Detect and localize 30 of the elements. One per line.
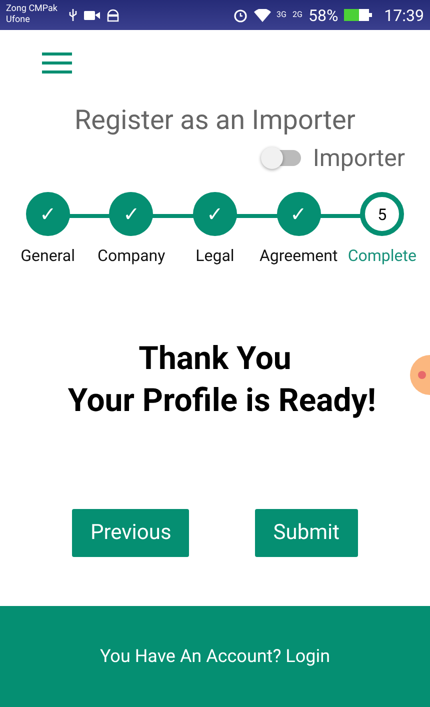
step-circle: ✓ [26,192,70,236]
previous-button[interactable]: Previous [72,509,190,557]
network-label: 3G [276,10,286,18]
message-text: Thank You [138,338,292,379]
menu-icon[interactable] [42,52,72,74]
step-label: Complete [348,246,416,265]
step-label: Legal [196,246,234,265]
wifi-icon [254,8,271,22]
usb-icon [68,8,78,22]
carrier-name: Zong CMPak [6,4,58,15]
page-title: Register as an Importer [74,104,356,136]
step-label: General [20,246,75,265]
step-circle: ✓ [109,192,154,236]
message-text: Your Profile is Ready! [68,380,376,421]
battery-icon [344,9,372,21]
step-circle: ✓ [276,192,321,236]
network-label: 2G [292,10,302,18]
step-label: Company [98,246,166,265]
carrier-name: Ufone [6,15,31,26]
clock-time: 17:39 [384,6,424,24]
step-label: Agreement [259,246,338,265]
toggle-label: Importer [312,144,405,172]
battery-percent: 58% [308,6,338,24]
submit-button[interactable]: Submit [255,509,358,557]
toggle-switch[interactable] [262,150,301,166]
alarm-clock-icon [232,8,248,22]
step-circle: ✓ [192,192,237,236]
step-circle: 5 [360,192,404,236]
video-camera-icon [84,10,100,20]
login-link[interactable]: You Have An Account? Login [100,646,330,667]
